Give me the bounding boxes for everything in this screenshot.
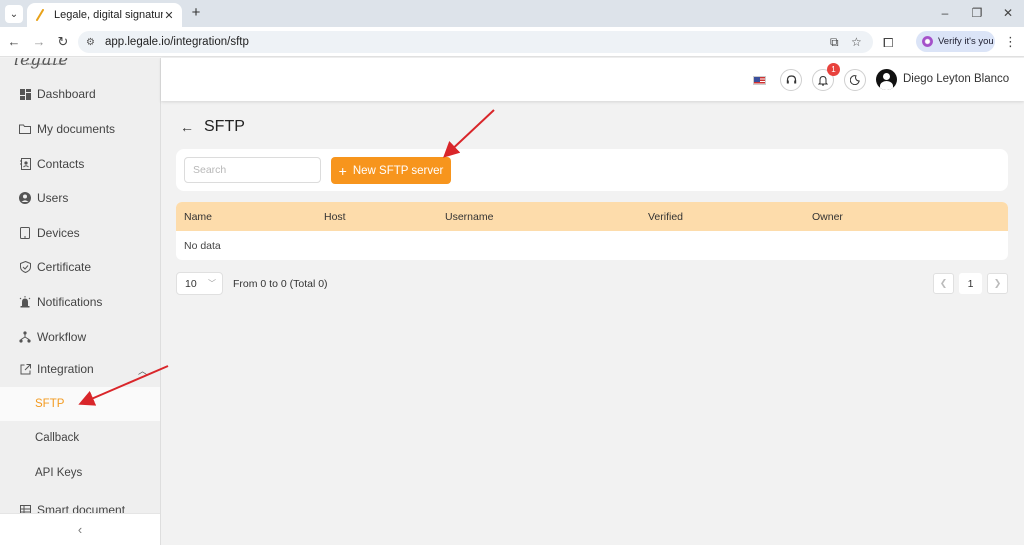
column-header-username[interactable]: Username <box>445 211 493 223</box>
sidebar-subitem-label: API Keys <box>35 467 83 479</box>
shield-check-icon <box>19 261 31 273</box>
sftp-table: Name Host Username Verified Owner No dat… <box>176 202 1008 260</box>
next-page-button[interactable]: ❯ <box>987 273 1008 294</box>
search-input[interactable] <box>184 157 321 183</box>
url-text: app.legale.io/integration/sftp <box>105 36 249 48</box>
menu-kebab-icon[interactable]: ⋮ <box>1004 34 1017 50</box>
extensions-icon[interactable]: ⧠ <box>883 35 893 51</box>
sidebar-subitem-label: SFTP <box>35 398 65 410</box>
site-info-icon[interactable]: ⚙ <box>86 37 100 48</box>
sidebar-item-users[interactable]: Users <box>0 181 160 215</box>
sidebar-item-contacts[interactable]: Contacts <box>0 147 160 181</box>
sidebar-item-workflow[interactable]: Workflow <box>0 320 160 354</box>
sidebar-subitem-sftp[interactable]: SFTP <box>0 387 160 421</box>
chevron-left-icon: ❮ <box>939 278 948 288</box>
back-arrow-icon[interactable]: ← <box>180 119 194 135</box>
sidebar-item-devices[interactable]: Devices <box>0 216 160 250</box>
browser-toolbar: ← → ↻ ⚙ app.legale.io/integration/sftp ⧉… <box>0 27 1024 57</box>
verify-profile-button[interactable]: Verify it's you <box>916 31 995 52</box>
external-link-icon <box>19 363 31 375</box>
us-flag-icon[interactable] <box>753 76 766 85</box>
sidebar-item-label: Workflow <box>37 330 87 344</box>
folder-icon <box>19 123 31 135</box>
current-page-number[interactable]: 1 <box>959 273 982 294</box>
collapse-sidebar-button[interactable]: ‹ <box>0 513 160 545</box>
user-circle-icon <box>19 192 31 204</box>
sidebar-item-label: Dashboard <box>37 87 96 101</box>
logo-tagline: fast, secure and smart <box>26 61 66 66</box>
page-title: SFTP <box>204 118 245 135</box>
chevron-right-icon: ❯ <box>993 278 1002 288</box>
sidebar-item-integration[interactable]: Integration ︿ <box>0 352 160 386</box>
sidebar-item-label: Notifications <box>37 295 103 309</box>
dashboard-icon <box>19 88 31 100</box>
sidebar-subitem-label: Callback <box>35 432 80 444</box>
empty-table-message: No data <box>184 240 221 252</box>
restore-icon[interactable]: ❐ <box>970 6 984 20</box>
chevron-up-icon: ︿ <box>138 366 148 376</box>
alarm-icon <box>19 296 31 308</box>
new-sftp-server-button[interactable]: + New SFTP server <box>331 157 451 184</box>
page-size-select[interactable]: 10 ﹀ <box>176 272 223 295</box>
sidebar-item-label: Users <box>37 191 69 205</box>
notification-count-badge: 1 <box>827 63 840 76</box>
sidebar-subitem-api-keys[interactable]: API Keys <box>0 456 160 490</box>
column-header-verified[interactable]: Verified <box>648 211 683 223</box>
profile-icon <box>922 36 933 47</box>
sidebar-item-label: Contacts <box>37 157 85 171</box>
chevron-left-icon: ‹ <box>77 522 83 537</box>
bookmark-star-icon[interactable]: ☆ <box>851 35 862 49</box>
contacts-icon <box>19 158 31 170</box>
sidebar: legale fast, secure and smart Dashboard … <box>0 58 161 545</box>
forward-icon[interactable]: → <box>31 34 47 50</box>
sidebar-item-certificate[interactable]: Certificate <box>0 250 160 284</box>
logo: legale fast, secure and smart <box>14 58 69 69</box>
chevron-down-icon: ﹀ <box>208 279 216 288</box>
address-bar[interactable]: ⚙ app.legale.io/integration/sftp ⧉ ☆ <box>78 31 873 53</box>
reload-icon[interactable]: ↻ <box>55 34 71 50</box>
sidebar-subitem-callback[interactable]: Callback <box>0 421 160 455</box>
page-size-value: 10 <box>185 277 197 290</box>
user-name[interactable]: Diego Leyton Blanco <box>903 73 1009 85</box>
new-tab-icon[interactable]: + <box>188 5 204 21</box>
support-headset-icon[interactable] <box>780 69 802 91</box>
sidebar-item-notifications[interactable]: Notifications <box>0 285 160 319</box>
tablet-icon <box>19 227 31 239</box>
sidebar-item-label: Devices <box>37 226 80 240</box>
tab-search-icon[interactable]: ⌄ <box>5 5 23 23</box>
close-window-icon[interactable]: ✕ <box>1001 6 1015 20</box>
app-header: 1 Diego Leyton Blanco <box>161 58 1024 101</box>
previous-page-button[interactable]: ❮ <box>933 273 954 294</box>
avatar-icon[interactable] <box>876 69 897 90</box>
column-header-name[interactable]: Name <box>184 211 212 223</box>
tab-title: Legale, digital signature <box>54 9 163 21</box>
verify-label: Verify it's you <box>938 36 994 47</box>
favicon-pen-icon <box>34 9 46 21</box>
page-header: ← SFTP <box>180 118 245 136</box>
new-sftp-server-label: New SFTP server <box>352 164 444 177</box>
sidebar-item-label: Integration <box>37 362 94 376</box>
install-app-icon[interactable]: ⧉ <box>830 35 839 50</box>
table-header: Name Host Username Verified Owner <box>176 202 1008 231</box>
column-header-host[interactable]: Host <box>324 211 346 223</box>
browser-tab[interactable]: Legale, digital signature ✕ <box>27 3 182 27</box>
plus-icon: + <box>338 162 347 179</box>
close-tab-icon[interactable]: ✕ <box>163 9 175 22</box>
workflow-icon <box>19 331 31 343</box>
sftp-toolbar: + New SFTP server <box>176 149 1008 191</box>
sidebar-item-my-documents[interactable]: My documents <box>0 112 160 146</box>
minimize-icon[interactable]: – <box>938 6 952 20</box>
sidebar-item-label: Certificate <box>37 260 92 274</box>
column-header-owner[interactable]: Owner <box>812 211 843 223</box>
back-icon[interactable]: ← <box>6 34 22 50</box>
sidebar-item-dashboard[interactable]: Dashboard <box>0 77 160 111</box>
dark-mode-icon[interactable] <box>844 69 866 91</box>
sidebar-item-label: My documents <box>37 122 116 136</box>
pagination-info: From 0 to 0 (Total 0) <box>233 278 328 290</box>
browser-tab-strip: ⌄ Legale, digital signature ✕ + – ❐ ✕ <box>0 0 1024 27</box>
